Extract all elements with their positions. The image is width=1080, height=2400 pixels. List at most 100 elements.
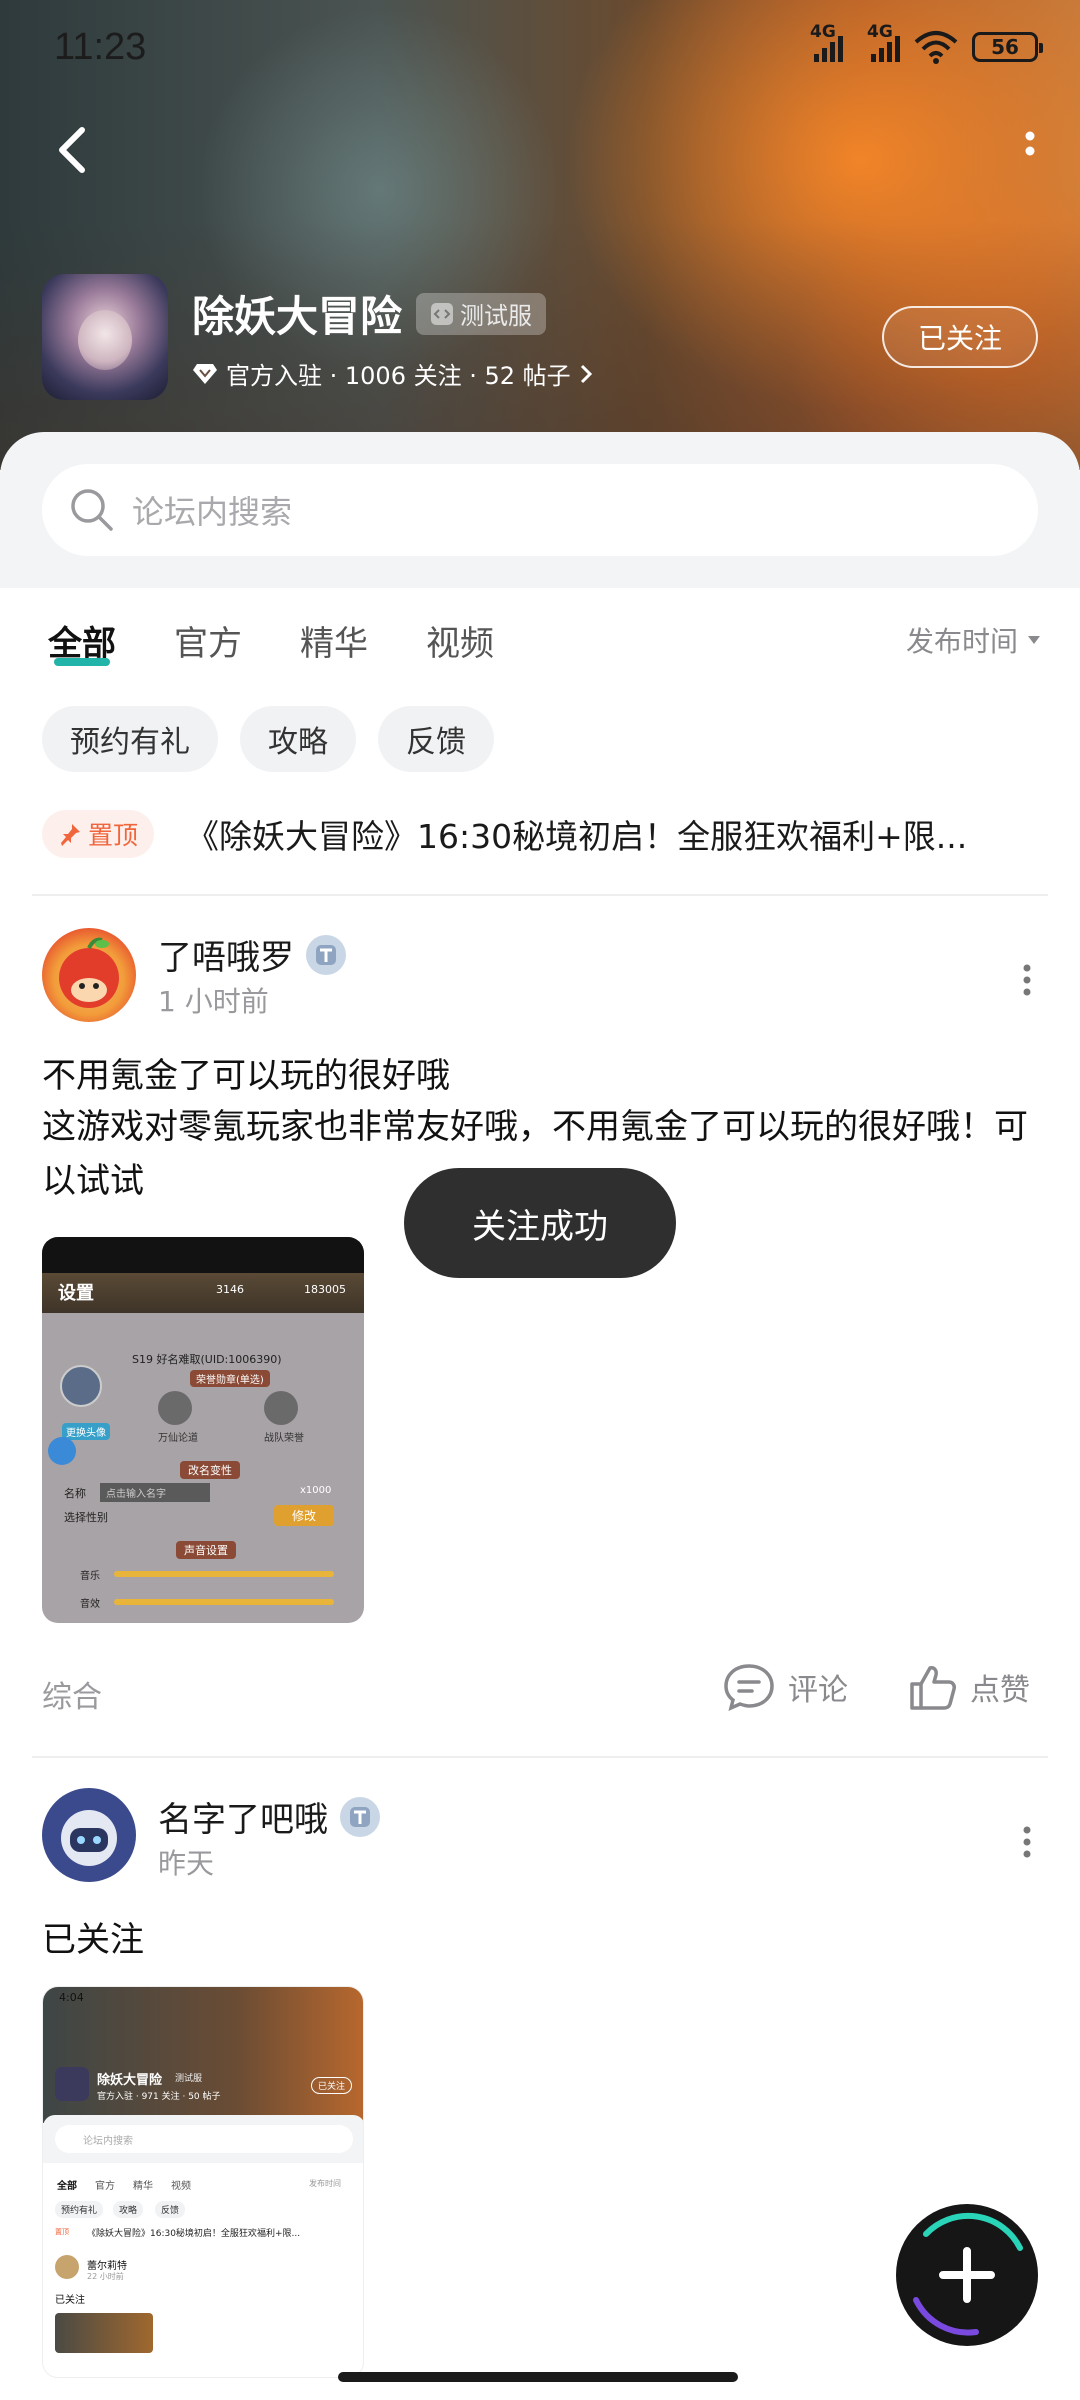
filter-tabs: 全部 官方 精华 视频 发布时间 (0, 588, 1080, 698)
image-honor1-emblem (158, 1391, 192, 1425)
image-change-avatar: 更换头像 (62, 1423, 110, 1440)
image-game-logo (55, 2067, 89, 2101)
comment-button[interactable]: 评论 (722, 1662, 848, 1712)
pinned-post-title: 《除妖大冒险》16:30秘境初启！全服狂欢福利+限... (186, 817, 968, 856)
image-status-time: 4:04 (59, 1991, 84, 2004)
chip-reservation-gift[interactable]: 预约有礼 (42, 706, 218, 772)
level-badge-icon (306, 934, 346, 975)
tab-featured[interactable]: 精华 (300, 616, 368, 665)
avatar[interactable] (42, 928, 136, 1022)
code-icon (431, 302, 454, 325)
image-chip-2: 攻略 (113, 2201, 144, 2218)
plus-icon (939, 2247, 995, 2303)
author-name-row: 名字了吧哦 (158, 1792, 380, 1841)
image-name-label: 名称 (64, 1487, 86, 1500)
active-tab-indicator (54, 658, 110, 666)
tab-official[interactable]: 官方 (174, 616, 242, 665)
post-card[interactable]: 了唔哦罗 1 小时前 不用氪金了可以玩的很好哦 这游戏对零氪玩家也非常友好哦，不… (0, 924, 1080, 1744)
image-author: 蕾尔莉特 (87, 2261, 127, 2272)
image-pinned-badge: 置顶 (55, 2228, 69, 2236)
forum-meta[interactable]: 官方入驻 · 1006 关注 · 52 帖子 (192, 356, 593, 391)
image-sfx-label: 音效 (80, 1599, 100, 1610)
forum-title: 除妖大冒险 (192, 292, 403, 341)
tab-video[interactable]: 视频 (426, 616, 494, 665)
image-header: 设置 3146 183005 (42, 1273, 364, 1313)
image-modify-button: 修改 (274, 1505, 335, 1526)
image-music-slider (114, 1571, 334, 1577)
image-cost: x1000 (300, 1485, 332, 1496)
chip-guide[interactable]: 攻略 (240, 706, 356, 772)
image-uid-line: S19 好名难取(UID:1006390) (132, 1353, 282, 1366)
image-coin2: 183005 (304, 1283, 346, 1296)
forum-title-row: 除妖大冒险 测试服 (192, 283, 593, 344)
author-name[interactable]: 名字了吧哦 (158, 1792, 328, 1841)
image-music-label: 音乐 (80, 1571, 100, 1582)
image-post-time: 22 小时前 (87, 2272, 124, 2281)
image-coin1: 3146 (216, 1283, 244, 1296)
like-label: 点赞 (970, 1673, 1030, 1708)
topic-chips: 预约有礼 攻略 反馈 (42, 706, 494, 772)
test-server-badge: 测试服 (416, 292, 547, 335)
follow-button[interactable]: 已关注 (882, 306, 1038, 368)
search-section: 论坛内搜索 (0, 432, 1080, 588)
test-server-label: 测试服 (460, 302, 533, 330)
search-icon (71, 489, 113, 531)
image-author-avatar (55, 2255, 79, 2279)
image-gender-label: 选择性别 (64, 1511, 108, 1524)
search-placeholder: 论坛内搜索 (132, 493, 293, 531)
sort-label: 发布时间 (905, 625, 1018, 658)
image-name-input: 点击输入名字 (100, 1483, 210, 1502)
status-bar: 11:23 4G 4G 56 (0, 0, 1080, 100)
post-time: 1 小时前 (158, 985, 269, 1018)
image-chip-3: 反馈 (155, 2201, 186, 2218)
toast-message: 关注成功 (404, 1168, 676, 1278)
post-more-icon[interactable] (1012, 960, 1042, 1000)
divider (32, 1756, 1048, 1758)
forum-stats: 官方入驻 · 1006 关注 · 52 帖子 (226, 362, 571, 390)
image-rename-title: 改名变性 (180, 1461, 240, 1479)
avatar[interactable] (42, 1788, 136, 1882)
signal-icon: 4G (810, 22, 843, 62)
image-forum-meta: 官方入驻 · 971 关注 · 50 帖子 (97, 2092, 221, 2102)
more-vertical-icon (1025, 131, 1035, 156)
post-image[interactable]: 4:04 除妖大冒险 测试服 官方入驻 · 971 关注 · 50 帖子 已关注… (42, 1986, 364, 2378)
image-honor2-emblem (264, 1391, 298, 1425)
post-image[interactable]: 设置 3146 183005 S19 好名难取(UID:1006390) 荣誉勋… (42, 1237, 364, 1623)
image-forum-title: 除妖大冒险 (97, 2073, 163, 2088)
pinned-badge: 置顶 (42, 810, 155, 858)
image-sound-title: 声音设置 (176, 1541, 236, 1559)
status-time: 11:23 (54, 26, 147, 68)
image-tab-video: 视频 (171, 2181, 191, 2192)
network-type-label: 4G (810, 22, 836, 42)
home-indicator (338, 2372, 738, 2382)
pin-icon (61, 824, 80, 846)
battery-level: 56 (991, 35, 1019, 59)
image-sfx-slider (114, 1599, 334, 1605)
sort-dropdown[interactable]: 发布时间 (906, 620, 1042, 660)
image-post-title: 已关注 (55, 2295, 85, 2306)
robot-mascot-icon (61, 1810, 117, 1866)
post-title: 已关注 (42, 1920, 144, 1960)
create-post-button[interactable] (896, 2204, 1038, 2346)
back-button[interactable] (44, 120, 104, 180)
diamond-verified-icon (193, 363, 217, 384)
like-button[interactable]: 点赞 (908, 1662, 1030, 1712)
image-avatar (60, 1365, 102, 1407)
post-more-icon[interactable] (1012, 1822, 1042, 1862)
game-logo (42, 274, 168, 400)
author-name[interactable]: 了唔哦罗 (158, 930, 294, 979)
post-category[interactable]: 综合 (42, 1672, 102, 1716)
chevron-right-icon (580, 364, 592, 383)
more-options-button[interactable] (1010, 126, 1050, 176)
forum-info: 除妖大冒险 测试服 官方入驻 · 1006 关注 · 52 帖子 (42, 274, 593, 400)
author-name-row: 了唔哦罗 (158, 930, 346, 979)
post-footer: 综合 评论 点赞 (0, 1662, 1080, 1722)
image-chip-1: 预约有礼 (55, 2201, 104, 2218)
pinned-badge-label: 置顶 (88, 821, 139, 850)
post-title: 不用氪金了可以玩的很好哦 (42, 1056, 450, 1096)
chip-feedback[interactable]: 反馈 (378, 706, 494, 772)
image-top-bar (42, 1237, 364, 1273)
search-input[interactable]: 论坛内搜索 (42, 464, 1038, 556)
pinned-post[interactable]: 置顶 《除妖大冒险》16:30秘境初启！全服狂欢福利+限... (42, 804, 1038, 864)
divider (32, 894, 1048, 896)
